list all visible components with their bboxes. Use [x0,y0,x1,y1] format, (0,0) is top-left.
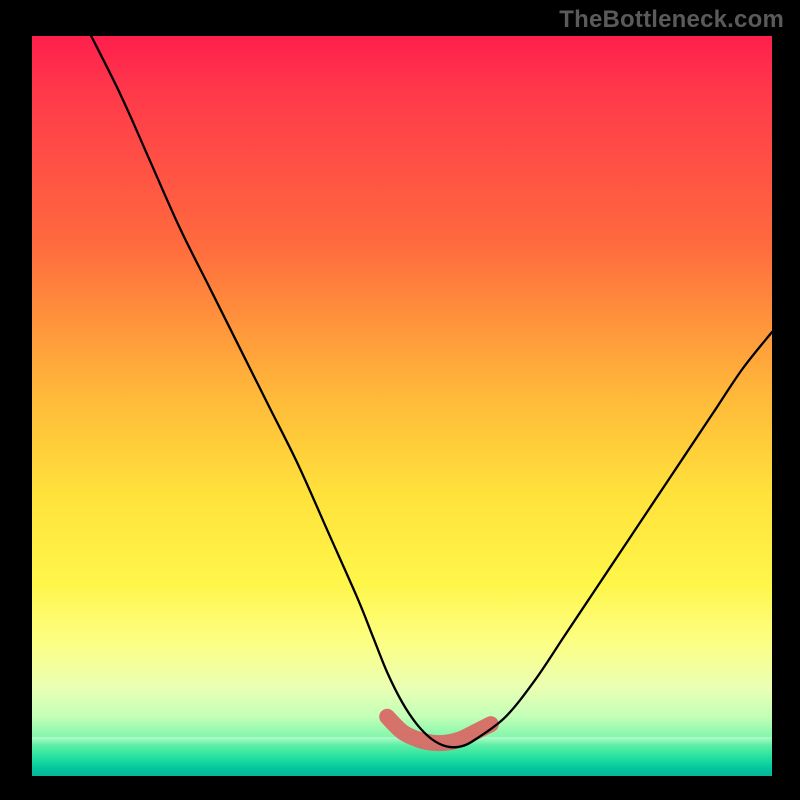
watermark-text: TheBottleneck.com [559,6,784,34]
bottleneck-curve-path [91,36,772,747]
plot-area [32,36,772,776]
chart-container: TheBottleneck.com [0,0,800,800]
curve-layer [32,36,772,776]
